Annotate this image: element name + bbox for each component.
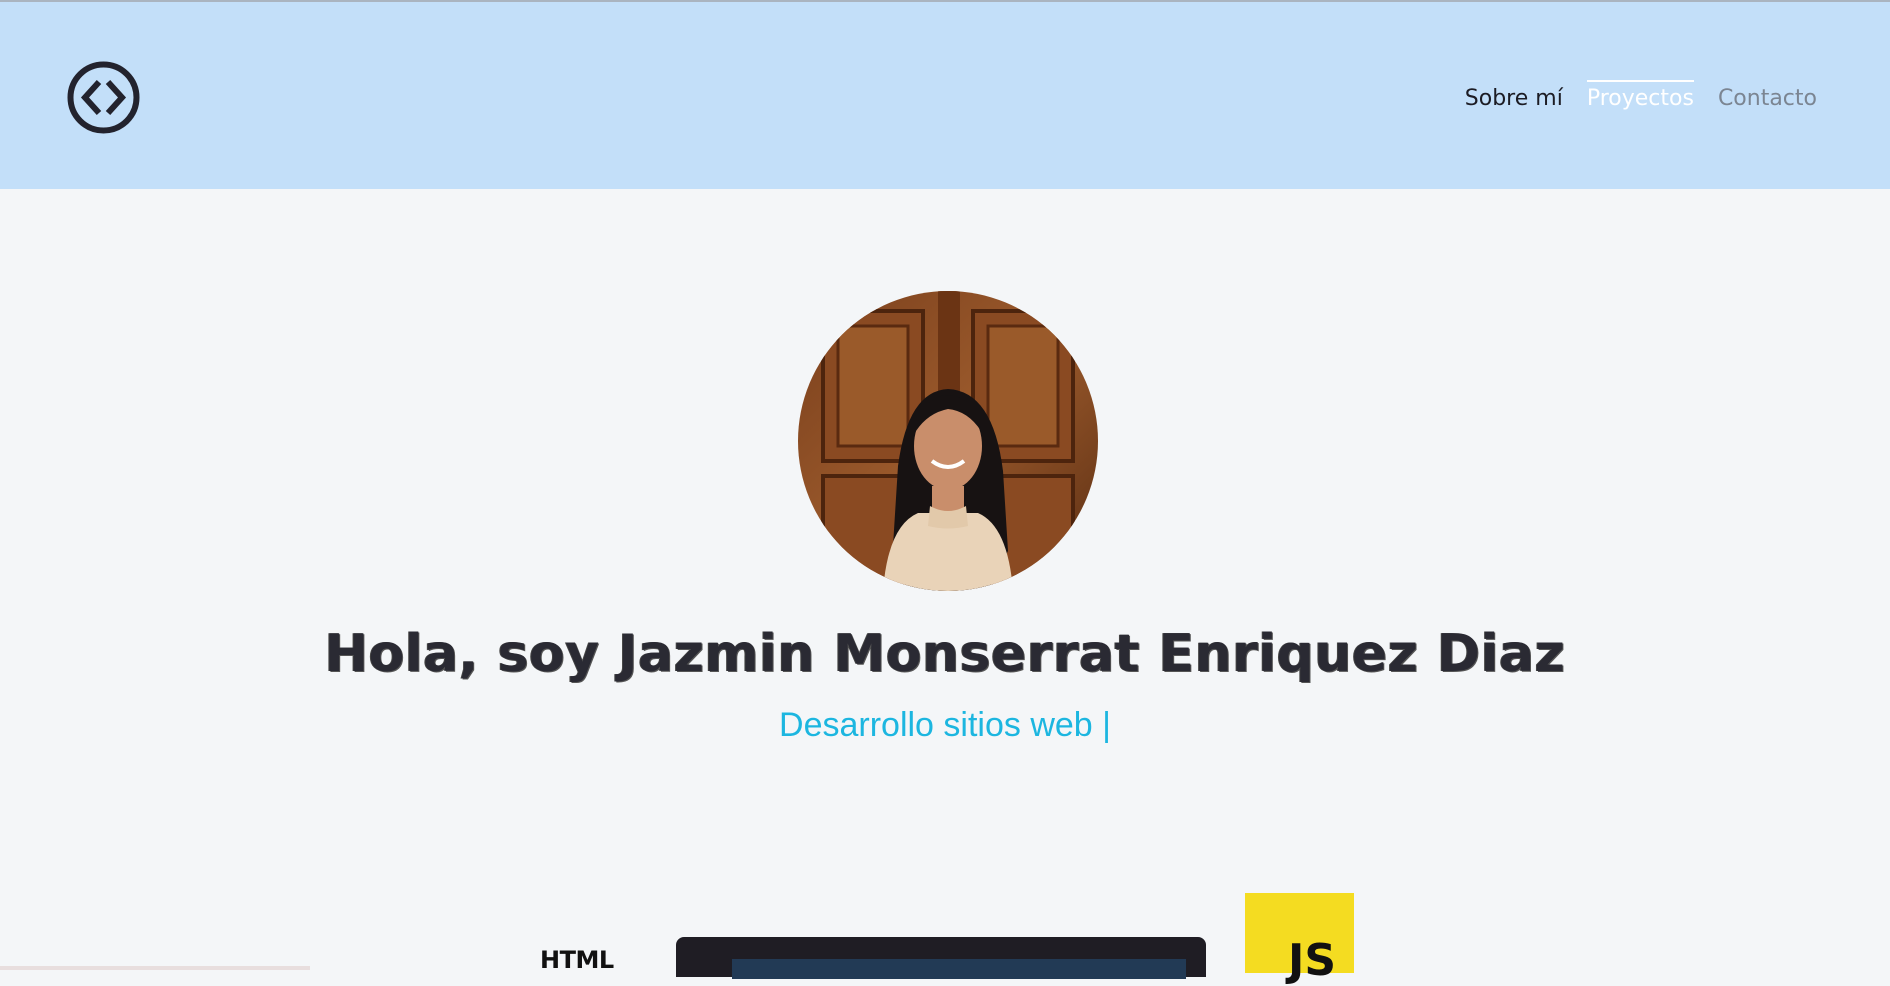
main-nav: Sobre mí Proyectos Contacto [1465,80,1817,111]
js-skill-logo: JS [1245,893,1354,986]
js-logo-label: JS [1288,935,1337,986]
site-header: Sobre mí Proyectos Contacto [0,2,1890,189]
hero-subtitle: Desarrollo sitios web | [779,706,1111,744]
avatar [798,291,1098,591]
nav-link-contacto[interactable]: Contacto [1718,84,1817,111]
code-brackets-circle-icon [67,61,140,134]
nav-link-proyectos[interactable]: Proyectos [1586,80,1694,111]
nav-link-sobre-mi[interactable]: Sobre mí [1465,84,1563,111]
laptop-illustration [676,937,1206,979]
scroll-indicator [0,966,310,970]
hero-title: Hola, soy Jazmin Monserrat Enriquez Diaz [324,624,1566,684]
laptop-screen [732,959,1186,979]
profile-photo [798,291,1098,591]
logo-link[interactable] [66,60,141,135]
